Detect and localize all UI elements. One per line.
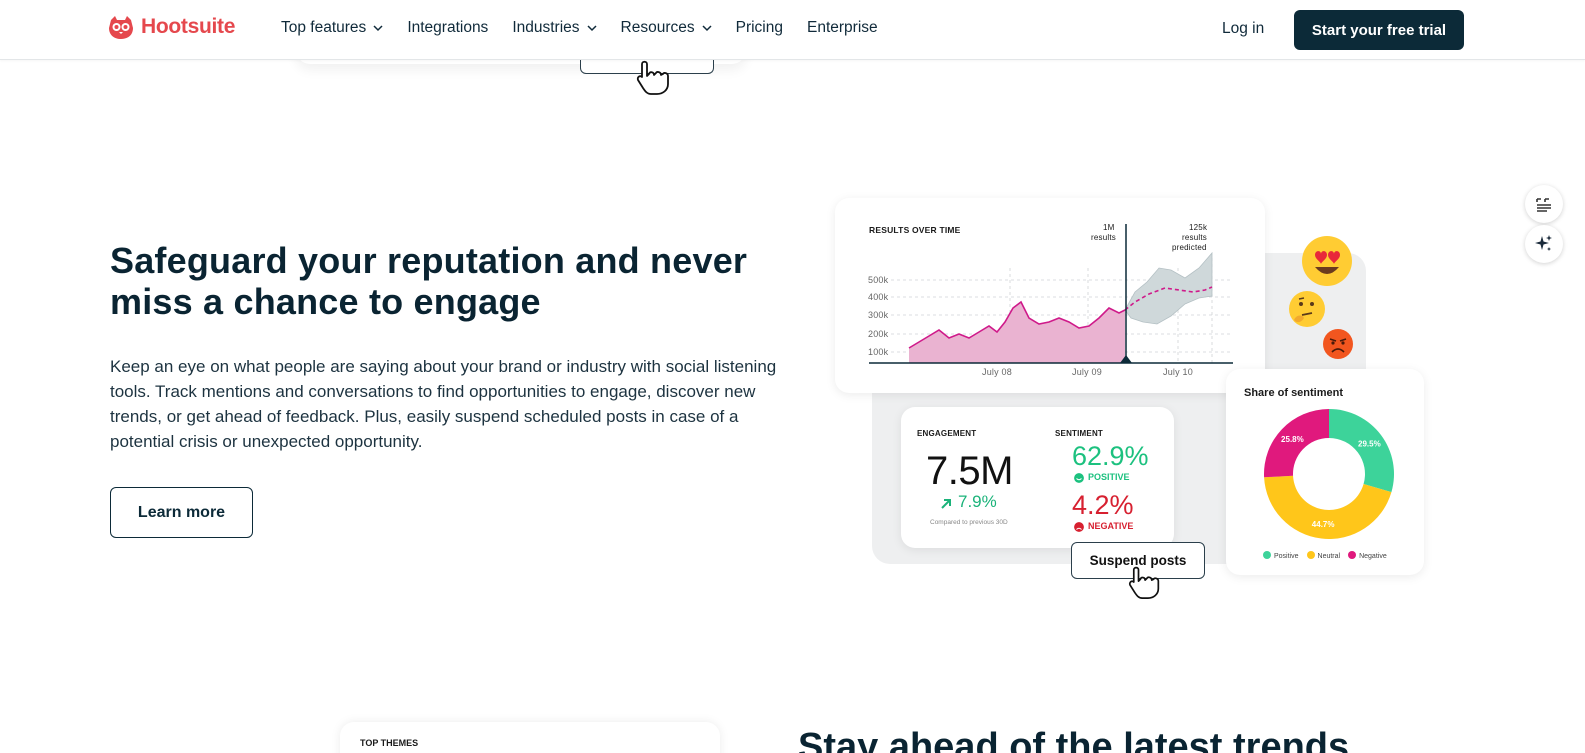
start-free-trial-button[interactable]: Start your free trial <box>1294 10 1464 50</box>
marker-value: 1M <box>1103 223 1115 232</box>
logo-text: Hootsuite <box>141 15 236 38</box>
x-tick-label: July 09 <box>1072 367 1102 377</box>
x-tick-label: July 10 <box>1163 367 1193 377</box>
legend-label: Positive <box>1274 553 1299 560</box>
predicted-label: results <box>1182 233 1207 242</box>
nav-item-integrations[interactable]: Integrations <box>407 19 488 37</box>
share-of-sentiment-card: Share of sentiment 29.5% 44.7% 25.8% Posit… <box>1226 369 1424 575</box>
chevron-down-icon <box>702 25 712 32</box>
engagement-sentiment-card: ENGAGEMENT SENTIMENT 7.5M 7.9% Compared … <box>901 407 1174 548</box>
legend-item-neutral: Neutral <box>1306 551 1341 560</box>
frown-icon <box>1074 522 1084 532</box>
ai-assistant-button[interactable] <box>1525 225 1563 263</box>
pointer-hand-icon <box>636 60 669 95</box>
donut-label-negative: 25.8% <box>1281 435 1304 444</box>
results-over-time-card: RESULTS OVER TIME 1M results 125k result… <box>835 198 1265 393</box>
arrow-up-right-icon <box>941 499 951 509</box>
thinking-face-emoji-icon <box>1289 291 1325 327</box>
chevron-down-icon <box>586 25 597 32</box>
legend-label: Neutral <box>1317 553 1341 560</box>
sentiment-label: SENTIMENT <box>1055 429 1104 438</box>
section-description: Keep an eye on what people are saying ab… <box>110 357 777 451</box>
y-tick-label: 100k <box>868 347 889 357</box>
next-section-heading: Stay ahead of the latest trends <box>798 726 1350 753</box>
chevron-down-icon <box>373 25 383 32</box>
donut-label-positive: 29.5% <box>1358 440 1381 449</box>
positive-value: 62.9% <box>1072 441 1149 471</box>
nav-item-label: Industries <box>512 19 580 36</box>
x-tick-label: July 08 <box>982 367 1012 377</box>
login-link[interactable]: Log in <box>1222 20 1264 38</box>
sentiment-legend: Positive Neutral Negative <box>1263 551 1387 560</box>
legend-item-negative: Negative <box>1348 551 1387 560</box>
section-headline: Safeguard your reputation and never miss… <box>110 240 748 322</box>
nav-item-top-features[interactable]: Top features <box>281 19 383 37</box>
chart-title: RESULTS OVER TIME <box>869 225 961 235</box>
sentiment-donut-chart: 29.5% 44.7% 25.8% <box>1264 409 1394 539</box>
predicted-label: predicted <box>1172 243 1207 252</box>
sparkle-icon <box>1535 235 1552 251</box>
negative-label: NEGATIVE <box>1088 521 1134 531</box>
negative-value: 4.2% <box>1072 490 1134 520</box>
engagement-label: ENGAGEMENT <box>917 429 977 438</box>
nav-item-label: Enterprise <box>807 19 878 36</box>
engagement-note: Compared to previous 30D <box>930 519 1008 526</box>
engagement-change: 7.9% <box>958 492 997 511</box>
marker-label: results <box>1091 233 1116 242</box>
top-navigation: Hootsuite Top features Integrations Indu… <box>0 0 1585 60</box>
predicted-value: 125k <box>1189 223 1208 232</box>
main-menu: Top features Integrations Industries Res… <box>281 19 878 37</box>
owl-logo-icon <box>109 16 133 39</box>
y-tick-label: 200k <box>868 329 889 339</box>
nav-item-label: Pricing <box>735 19 783 36</box>
heart-eyes-emoji-icon <box>1302 236 1352 286</box>
nav-item-resources[interactable]: Resources <box>621 19 712 37</box>
pointer-hand-icon <box>1128 566 1160 599</box>
captions-button[interactable] <box>1525 185 1563 223</box>
top-themes-card: TOP THEMES <box>340 722 720 753</box>
nav-item-label: Resources <box>620 19 695 36</box>
nav-item-enterprise[interactable]: Enterprise <box>807 19 878 37</box>
y-tick-label: 300k <box>868 310 889 320</box>
legend-item-positive: Positive <box>1263 551 1299 560</box>
donut-slice-positive <box>1329 409 1394 493</box>
nav-item-industries[interactable]: Industries <box>512 19 597 37</box>
smile-icon <box>1074 473 1084 483</box>
donut-label-neutral: 44.7% <box>1312 520 1335 529</box>
top-themes-label: TOP THEMES <box>360 738 419 748</box>
hootsuite-logo[interactable]: Hootsuite <box>107 13 235 41</box>
legend-label: Negative <box>1359 553 1387 560</box>
angry-face-emoji-icon <box>1323 329 1353 359</box>
y-tick-label: 500k <box>868 275 889 285</box>
nav-item-label: Top features <box>281 19 367 36</box>
y-tick-label: 400k <box>868 292 889 302</box>
positive-label: POSITIVE <box>1088 472 1130 482</box>
nav-item-label: Integrations <box>407 19 489 36</box>
learn-more-button[interactable]: Learn more <box>110 487 253 538</box>
nav-item-pricing[interactable]: Pricing <box>736 19 783 37</box>
engagement-value: 7.5M <box>926 449 1013 493</box>
caption-icon <box>1536 198 1551 212</box>
